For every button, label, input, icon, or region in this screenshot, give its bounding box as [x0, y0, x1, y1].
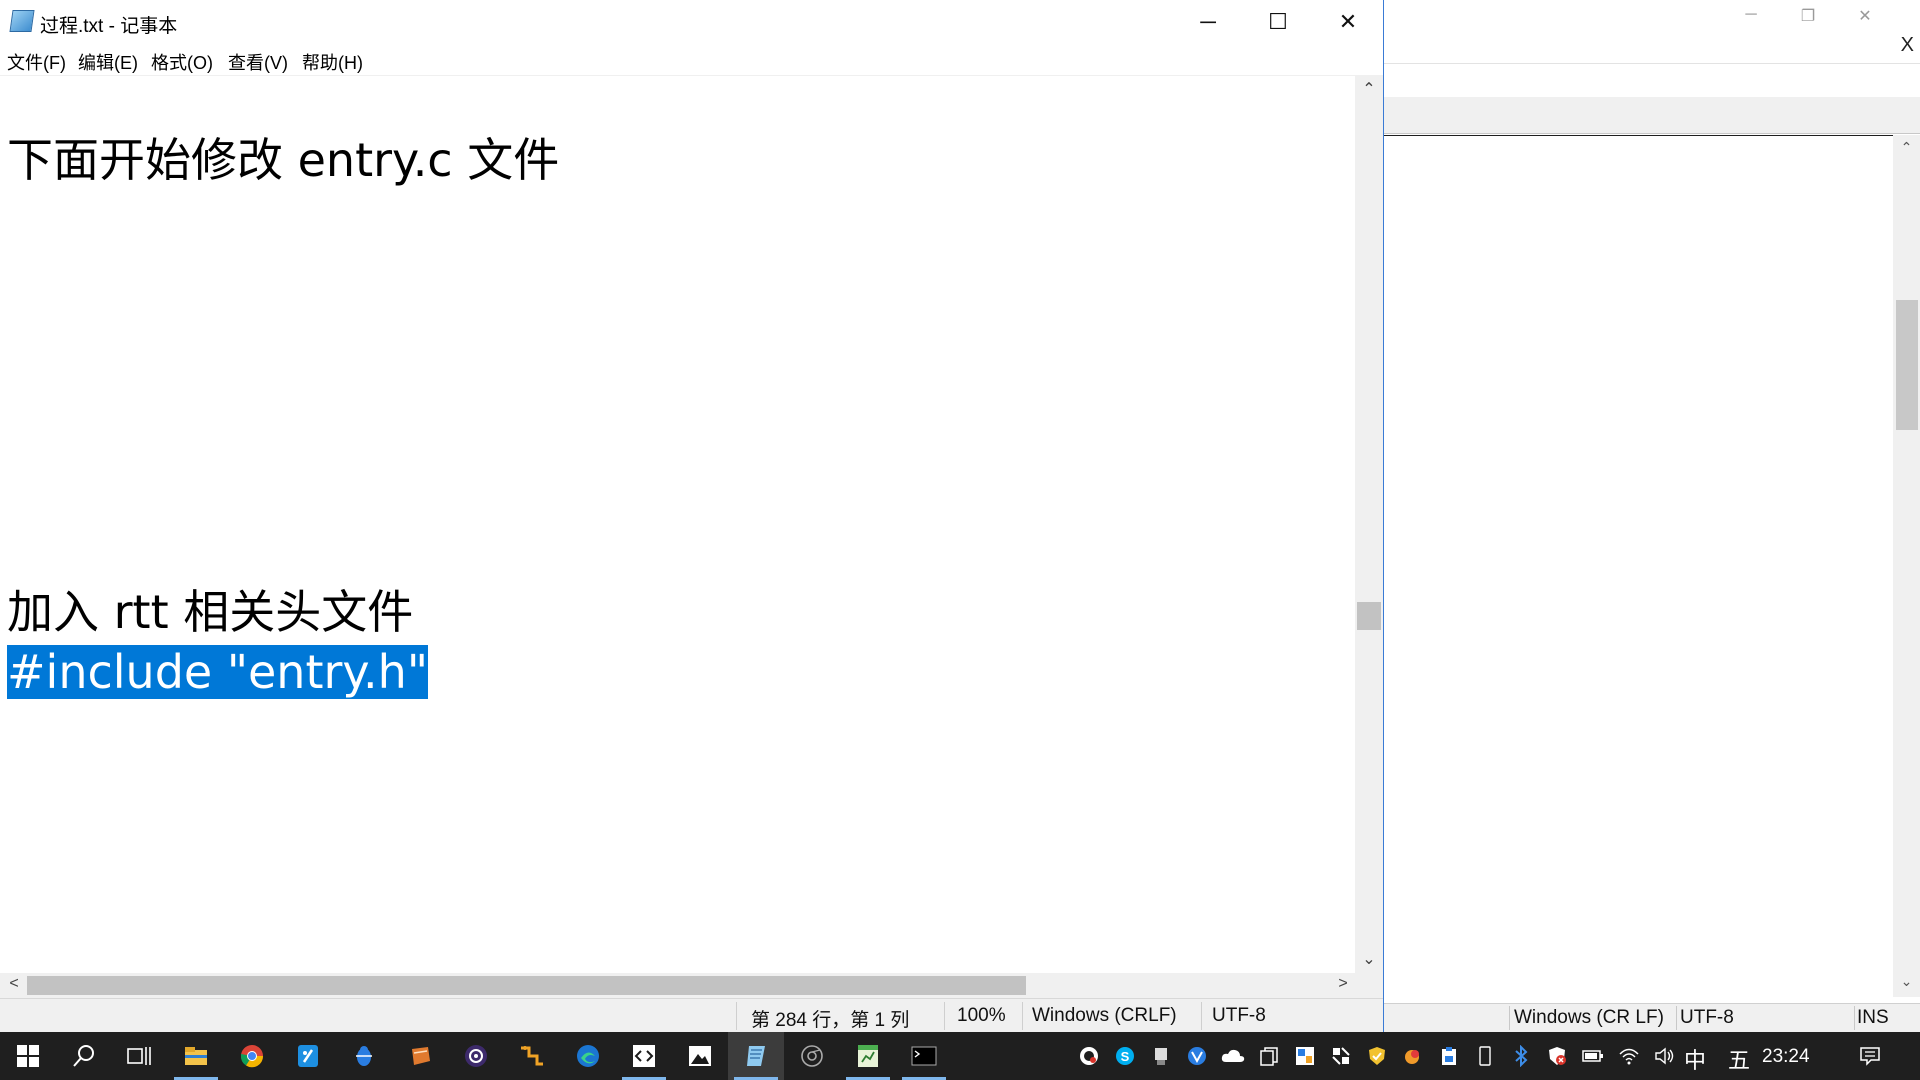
menu-bar: 文件(F) 编辑(E) 格式(O) 查看(V) 帮助(H)	[0, 44, 1383, 74]
minimize-button[interactable]: ─	[1173, 0, 1243, 44]
bg-status-encoding: UTF-8	[1680, 1007, 1734, 1028]
divider	[1022, 1002, 1023, 1030]
menu-file[interactable]: 文件(F)	[7, 49, 66, 75]
notification-icon[interactable]	[1853, 1032, 1887, 1080]
copy-icon[interactable]	[1252, 1032, 1286, 1080]
menu-format[interactable]: 格式(O)	[151, 49, 213, 75]
file-explorer-icon[interactable]	[168, 1032, 224, 1080]
bg-editor-area[interactable]	[1383, 135, 1893, 997]
divider	[944, 1002, 945, 1030]
search-icon[interactable]	[56, 1032, 112, 1080]
chromium-icon[interactable]	[784, 1032, 840, 1080]
status-position: 第 284 行，第 1 列	[751, 1010, 910, 1031]
menu-edit[interactable]: 编辑(E)	[78, 49, 138, 75]
bg-status-bar: Windows (CR LF) UTF-8 INS	[1383, 1003, 1920, 1032]
terminal-icon[interactable]	[896, 1032, 952, 1080]
clock[interactable]: 23:24	[1762, 1046, 1810, 1068]
obs-tray-icon[interactable]	[1072, 1032, 1106, 1080]
bg-status-line-ending: Windows (CR LF)	[1514, 1007, 1664, 1028]
battery-icon[interactable]	[1576, 1032, 1610, 1080]
menu-view[interactable]: 查看(V)	[228, 49, 288, 75]
chrome-icon[interactable]	[224, 1032, 280, 1080]
bg-status-mode: INS	[1857, 1007, 1889, 1028]
vertical-scrollbar[interactable]: ⌃ ⌄	[1355, 75, 1383, 973]
bg-toolbar	[1383, 97, 1920, 134]
bg-scroll-up-icon[interactable]: ⌃	[1893, 139, 1920, 156]
notepad-taskbar-icon[interactable]	[728, 1032, 784, 1080]
vertical-scroll-thumb[interactable]	[1357, 602, 1381, 630]
clipboard-icon[interactable]	[1432, 1032, 1466, 1080]
status-bar: 第 284 行，第 1 列 100% Windows (CRLF) UTF-8	[0, 998, 1383, 1032]
qq-icon[interactable]	[280, 1032, 336, 1080]
bg-vertical-scrollbar[interactable]: ⌃ ⌄	[1893, 135, 1920, 997]
usb-icon[interactable]	[1144, 1032, 1178, 1080]
device-icon[interactable]	[1468, 1032, 1502, 1080]
scroll-down-icon[interactable]: ⌄	[1355, 949, 1383, 969]
spreadsheet-icon[interactable]	[840, 1032, 896, 1080]
divider	[1383, 63, 1920, 64]
status-line-ending: Windows (CRLF)	[1032, 1005, 1177, 1026]
editor-line: 加入 rtt 相关头文件	[7, 585, 414, 639]
editor-line: 下面开始修改 entry.c 文件	[7, 133, 560, 187]
window-title: 过程.txt - 记事本	[40, 16, 178, 37]
text-editor[interactable]: 下面开始修改 entry.c 文件 加入 rtt 相关头文件 #include …	[0, 75, 1355, 973]
shield-yellow-icon[interactable]	[1360, 1032, 1394, 1080]
connector-icon[interactable]	[504, 1032, 560, 1080]
notepad-window: 过程.txt - 记事本 ─ ☐ ✕ 文件(F) 编辑(E) 格式(O) 查看(…	[0, 0, 1384, 1032]
task-view-icon[interactable]	[112, 1032, 168, 1080]
horizontal-scroll-thumb[interactable]	[27, 976, 1026, 995]
divider	[1854, 1006, 1855, 1030]
wifi-icon[interactable]	[1612, 1032, 1646, 1080]
bug-icon[interactable]	[336, 1032, 392, 1080]
vpn-icon[interactable]	[1180, 1032, 1214, 1080]
divider	[1509, 1006, 1510, 1030]
bluetooth-icon[interactable]	[1504, 1032, 1538, 1080]
taskbar: S 中 五 23:24	[0, 1032, 1920, 1080]
bg-tab-close-button[interactable]: X	[1901, 34, 1914, 57]
background-window: ─ ❐ ✕ X ⌃ ⌄ Windows (CR LF) UTF-8 INS	[1383, 0, 1920, 1032]
status-encoding: UTF-8	[1212, 1005, 1266, 1026]
menu-help[interactable]: 帮助(H)	[302, 49, 363, 75]
status-zoom: 100%	[957, 1005, 1006, 1026]
skype-icon[interactable]: S	[1108, 1032, 1142, 1080]
puzzle-icon[interactable]	[1324, 1032, 1358, 1080]
close-button[interactable]: ✕	[1313, 0, 1383, 44]
scroll-app-icon[interactable]	[392, 1032, 448, 1080]
divider	[736, 1002, 737, 1030]
defender-icon[interactable]	[1540, 1032, 1574, 1080]
maximize-button[interactable]: ☐	[1243, 0, 1313, 44]
wechat-icon[interactable]	[1288, 1032, 1322, 1080]
volume-icon[interactable]	[1648, 1032, 1682, 1080]
bg-scroll-down-icon[interactable]: ⌄	[1893, 973, 1920, 990]
svg-text:S: S	[1121, 1049, 1130, 1064]
windows-logo-icon[interactable]	[0, 1032, 56, 1080]
ime-mode-indicator[interactable]: 五	[1728, 1043, 1750, 1075]
bg-restore-button[interactable]: ❐	[1795, 6, 1821, 28]
selected-text: #include "entry.h"	[7, 645, 428, 699]
code-editor-icon[interactable]	[616, 1032, 672, 1080]
paint-icon[interactable]	[1396, 1032, 1430, 1080]
scroll-left-icon[interactable]: <	[0, 975, 28, 993]
scroll-up-icon[interactable]: ⌃	[1355, 79, 1383, 99]
titlebar: 过程.txt - 记事本 ─ ☐ ✕	[0, 0, 1383, 44]
bg-scroll-thumb[interactable]	[1896, 300, 1918, 430]
divider	[1676, 1006, 1677, 1030]
ime-language-indicator[interactable]: 中	[1684, 1043, 1706, 1075]
notepad-app-icon	[9, 10, 35, 32]
scrollbar-corner	[1355, 973, 1383, 998]
onedrive-icon[interactable]	[1216, 1032, 1250, 1080]
bg-minimize-button[interactable]: ─	[1738, 6, 1764, 28]
horizontal-scrollbar[interactable]: < >	[0, 973, 1355, 998]
obs-icon[interactable]	[448, 1032, 504, 1080]
edge-icon[interactable]	[560, 1032, 616, 1080]
photos-icon[interactable]	[672, 1032, 728, 1080]
bg-close-button[interactable]: ✕	[1852, 6, 1878, 28]
divider	[1201, 1002, 1202, 1030]
background-titlebar: ─ ❐ ✕	[1383, 0, 1920, 36]
scroll-right-icon[interactable]: >	[1329, 975, 1357, 993]
